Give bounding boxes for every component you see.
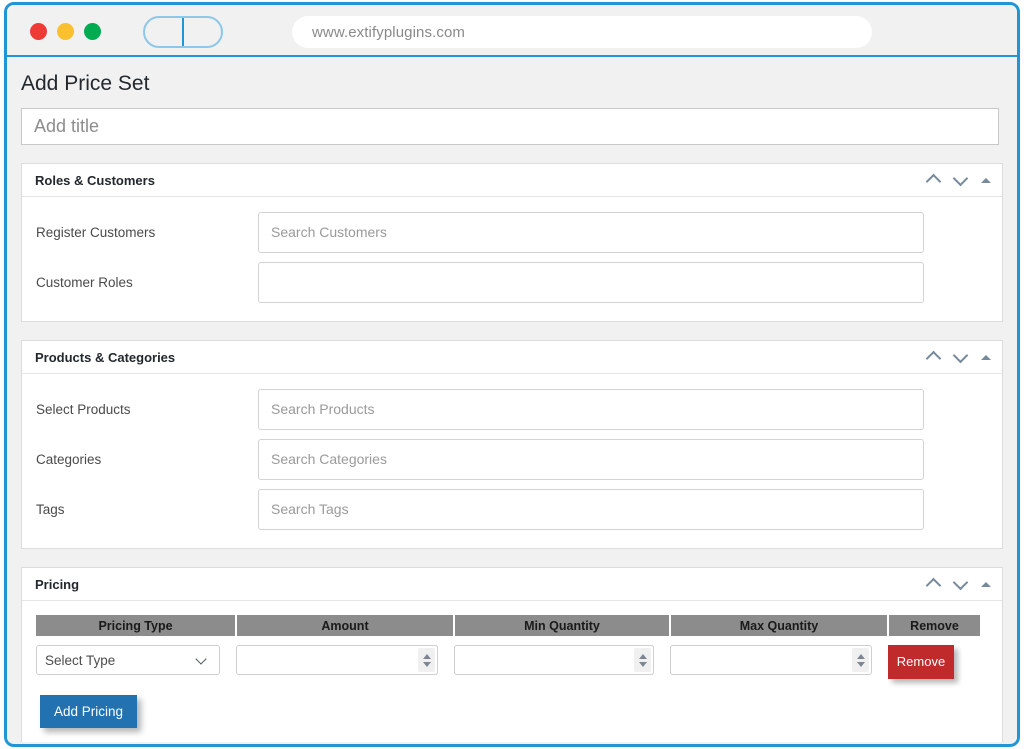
categories-input[interactable]: Search Categories <box>258 439 924 480</box>
minimize-window-button[interactable] <box>57 23 74 40</box>
field-control-categories: Search Categories <box>258 439 1002 480</box>
page-title: Add Price Set <box>21 69 1017 99</box>
pricing-type-select[interactable]: Select Type <box>36 645 220 675</box>
field-label-categories: Categories <box>36 452 258 467</box>
max-quantity-stepper[interactable] <box>852 648 869 672</box>
max-quantity-input[interactable] <box>671 646 871 674</box>
toggle-panel-icon[interactable] <box>980 174 992 186</box>
cell-inner: Select Type <box>36 645 236 675</box>
chevron-down-icon <box>197 655 207 665</box>
cell-pricing-type: Select Type <box>36 636 236 679</box>
cell-inner <box>670 645 888 675</box>
register-customers-input[interactable]: Search Customers <box>258 212 924 253</box>
close-window-button[interactable] <box>30 23 47 40</box>
field-row-categories: Categories Search Categories <box>22 434 1002 484</box>
column-header-min-quantity: Min Quantity <box>454 615 670 636</box>
field-control-register-customers: Search Customers <box>258 212 1002 253</box>
field-row-tags: Tags Search Tags <box>22 484 1002 534</box>
pricing-type-selected-value: Select Type <box>45 653 115 668</box>
stepper-down-icon[interactable] <box>639 662 647 667</box>
panel-actions <box>926 164 992 196</box>
tab-divider <box>182 18 184 46</box>
amount-stepper[interactable] <box>418 648 435 672</box>
title-input[interactable] <box>21 108 999 145</box>
panel-header-products-categories[interactable]: Products & Categories <box>22 341 1002 374</box>
maximize-window-button[interactable] <box>84 23 101 40</box>
panel-title: Pricing <box>35 577 79 592</box>
min-quantity-stepper[interactable] <box>634 648 651 672</box>
min-quantity-field-wrapper <box>454 645 654 675</box>
field-label-customer-roles: Customer Roles <box>36 275 258 290</box>
column-header-pricing-type: Pricing Type <box>36 615 236 636</box>
address-bar[interactable]: www.extifyplugins.com <box>292 16 872 48</box>
toggle-panel-icon[interactable] <box>980 578 992 590</box>
pricing-table-head: Pricing Type Amount Min Quantity Max Qua… <box>36 615 980 636</box>
select-products-input[interactable]: Search Products <box>258 389 924 430</box>
panel-actions <box>926 568 992 600</box>
move-up-icon[interactable] <box>926 349 942 365</box>
stepper-down-icon[interactable] <box>857 662 865 667</box>
stepper-up-icon[interactable] <box>639 654 647 659</box>
pricing-footer: Add Pricing <box>22 679 1002 742</box>
amount-input[interactable] <box>237 646 437 674</box>
page-content: Add Price Set Roles & Customers Register… <box>7 57 1017 742</box>
panel-title: Roles & Customers <box>35 173 155 188</box>
toggle-panel-icon[interactable] <box>980 351 992 363</box>
remove-pricing-row-button[interactable]: Remove <box>888 645 954 679</box>
customer-roles-input[interactable] <box>258 262 924 303</box>
move-down-icon[interactable] <box>953 349 969 365</box>
add-pricing-button[interactable]: Add Pricing <box>40 695 137 728</box>
stepper-down-icon[interactable] <box>423 662 431 667</box>
panel-actions <box>926 341 992 373</box>
cell-max-quantity <box>670 636 888 679</box>
min-quantity-input[interactable] <box>455 646 653 674</box>
cell-min-quantity <box>454 636 670 679</box>
panel-pricing: Pricing Pricing Type Amount Min Quantity… <box>21 567 1003 742</box>
move-down-icon[interactable] <box>953 576 969 592</box>
panel-products-categories: Products & Categories Select Products Se… <box>21 340 1003 549</box>
browser-window: www.extifyplugins.com Add Price Set Role… <box>4 2 1020 747</box>
browser-tab[interactable] <box>143 16 223 48</box>
move-down-icon[interactable] <box>953 172 969 188</box>
field-control-customer-roles <box>258 262 1002 303</box>
cell-remove: Remove <box>888 636 980 679</box>
table-row: Select Type <box>36 636 980 679</box>
panel-title: Products & Categories <box>35 350 175 365</box>
panel-body-products-categories: Select Products Search Products Categori… <box>22 374 1002 548</box>
pricing-table-body: Select Type <box>36 636 980 679</box>
stepper-up-icon[interactable] <box>423 654 431 659</box>
panel-header-pricing[interactable]: Pricing <box>22 568 1002 601</box>
panel-body-pricing: Pricing Type Amount Min Quantity Max Qua… <box>22 601 1002 742</box>
max-quantity-field-wrapper <box>670 645 872 675</box>
field-label-register-customers: Register Customers <box>36 225 258 240</box>
window-controls <box>30 23 101 40</box>
column-header-max-quantity: Max Quantity <box>670 615 888 636</box>
field-row-customer-roles: Customer Roles <box>22 257 1002 307</box>
table-header-row: Pricing Type Amount Min Quantity Max Qua… <box>36 615 980 636</box>
cell-amount <box>236 636 454 679</box>
panel-body-roles-customers: Register Customers Search Customers Cust… <box>22 197 1002 321</box>
tags-input[interactable]: Search Tags <box>258 489 924 530</box>
field-label-select-products: Select Products <box>36 402 258 417</box>
panel-header-roles-customers[interactable]: Roles & Customers <box>22 164 1002 197</box>
column-header-amount: Amount <box>236 615 454 636</box>
column-header-remove: Remove <box>888 615 980 636</box>
field-label-tags: Tags <box>36 502 258 517</box>
url-text: www.extifyplugins.com <box>312 24 465 41</box>
move-up-icon[interactable] <box>926 172 942 188</box>
move-up-icon[interactable] <box>926 576 942 592</box>
field-row-select-products: Select Products Search Products <box>22 384 1002 434</box>
amount-field-wrapper <box>236 645 438 675</box>
stepper-up-icon[interactable] <box>857 654 865 659</box>
panel-roles-customers: Roles & Customers Register Customers Sea… <box>21 163 1003 322</box>
cell-inner <box>454 645 670 675</box>
field-control-tags: Search Tags <box>258 489 1002 530</box>
browser-titlebar: www.extifyplugins.com <box>7 5 1017 57</box>
field-control-select-products: Search Products <box>258 389 1002 430</box>
cell-inner <box>236 645 454 675</box>
pricing-table: Pricing Type Amount Min Quantity Max Qua… <box>36 615 980 679</box>
field-row-register-customers: Register Customers Search Customers <box>22 207 1002 257</box>
